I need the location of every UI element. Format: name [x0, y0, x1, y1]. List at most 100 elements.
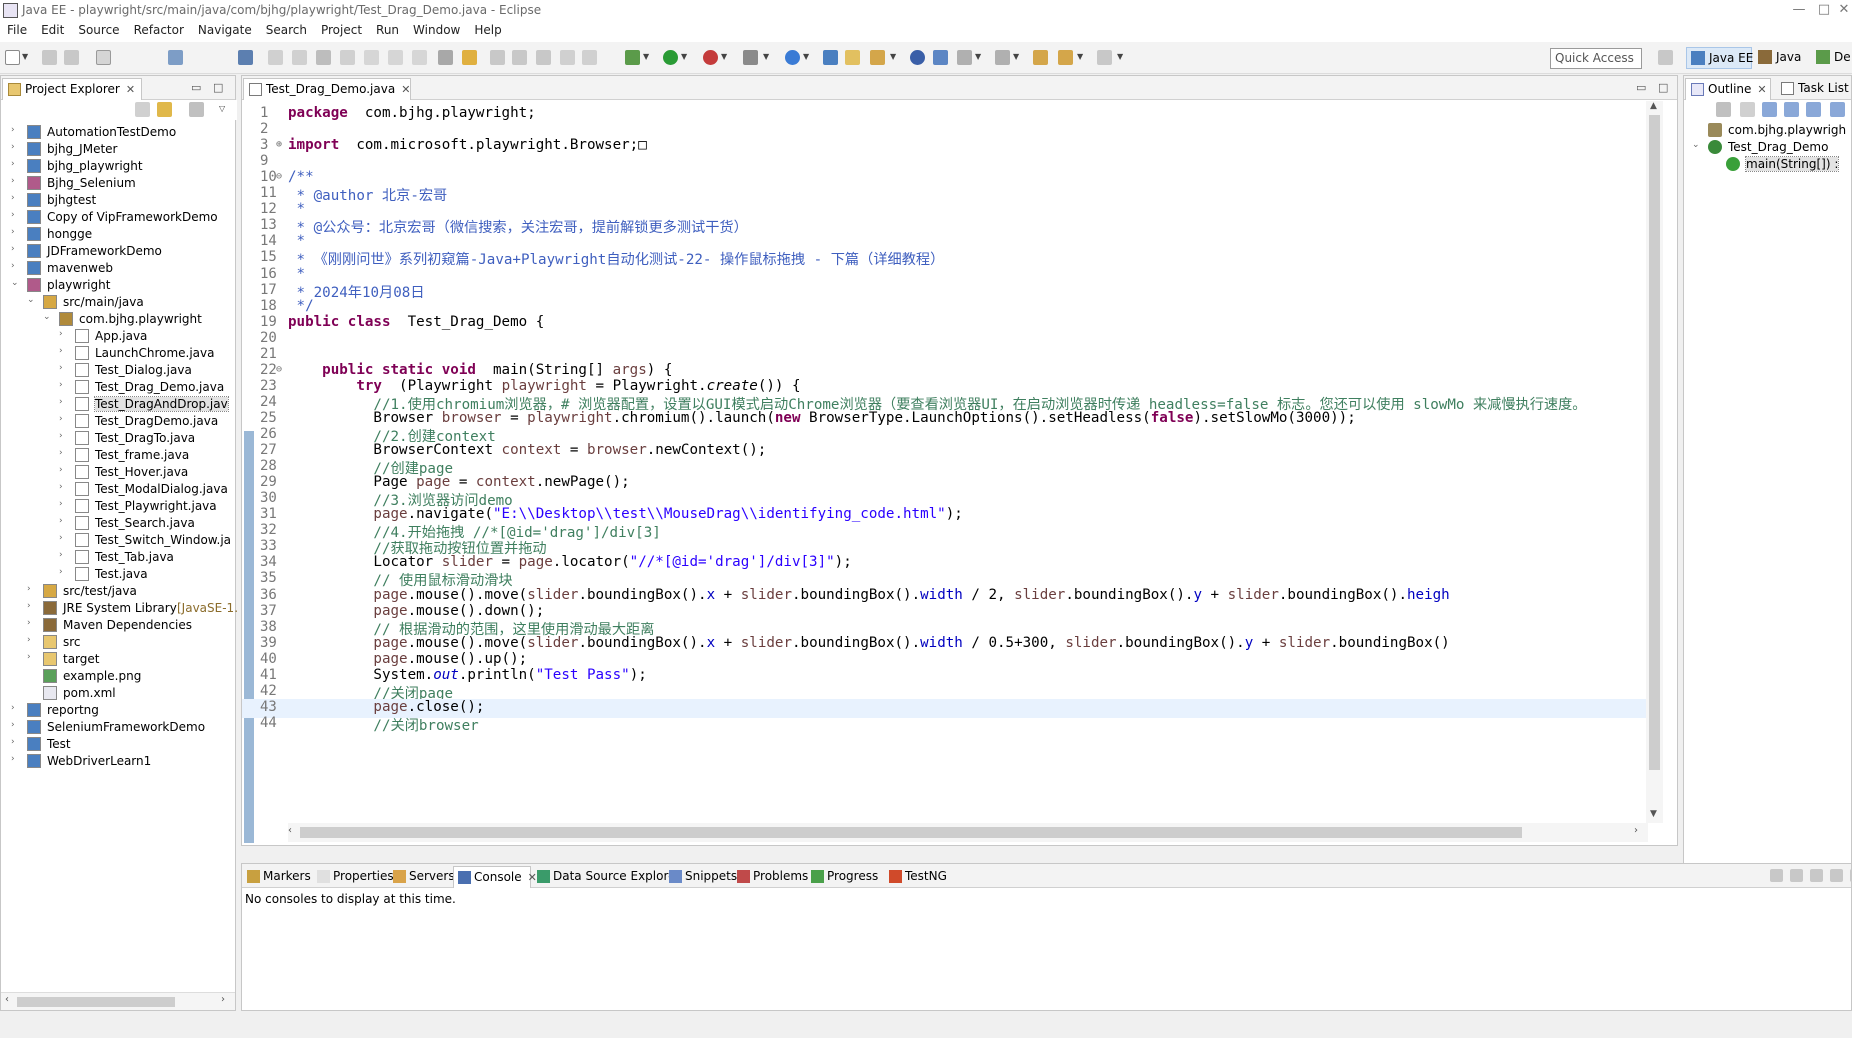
collapsed-arrow-icon[interactable]: › — [11, 176, 23, 186]
web-browser-icon[interactable] — [910, 50, 925, 65]
collapse-all-icon[interactable] — [135, 102, 150, 117]
tab-problems[interactable]: Problems — [733, 866, 808, 888]
perspective-java[interactable]: Java — [1754, 47, 1810, 69]
scroll-left-icon[interactable]: ‹ — [288, 825, 292, 836]
collapsed-arrow-icon[interactable]: › — [59, 329, 71, 339]
save-all-icon[interactable] — [64, 50, 79, 65]
external-tools-icon[interactable] — [703, 50, 718, 65]
resume-icon[interactable] — [268, 50, 283, 65]
forward-dropdown-icon[interactable]: ▼ — [1117, 52, 1123, 61]
collapsed-arrow-icon[interactable]: › — [27, 601, 39, 611]
menu-run[interactable]: Run — [369, 22, 406, 37]
minimize-view-icon[interactable] — [1830, 869, 1843, 882]
collapse-fold-icon[interactable]: ⊖ — [276, 171, 282, 182]
code-area[interactable]: 1 package com.bjhg.playwright; 2 3 ⊕ import c… — [242, 101, 1647, 823]
collapsed-arrow-icon[interactable]: › — [59, 380, 71, 390]
editor-hscroll[interactable]: ‹ › — [288, 823, 1648, 842]
new-icon[interactable] — [5, 50, 20, 65]
mark-occurrences-icon[interactable] — [512, 50, 527, 65]
focus-icon[interactable] — [1716, 102, 1731, 117]
maximize-view-icon[interactable]: □ — [213, 81, 223, 94]
link-with-editor-icon[interactable] — [157, 102, 172, 117]
word-wrap-icon[interactable] — [582, 50, 597, 65]
collapsed-arrow-icon[interactable]: › — [11, 244, 23, 254]
drop-to-frame-icon[interactable] — [438, 50, 453, 65]
open-console-icon[interactable] — [1790, 869, 1803, 882]
collapsed-arrow-icon[interactable]: › — [27, 652, 39, 662]
collapsed-arrow-icon[interactable]: › — [11, 227, 23, 237]
scroll-right-icon[interactable]: › — [1634, 825, 1638, 836]
expanded-arrow-icon[interactable]: ⌄ — [1692, 140, 1704, 150]
collapsed-arrow-icon[interactable]: › — [59, 414, 71, 424]
scroll-up-icon[interactable]: ▲ — [1650, 101, 1657, 111]
run-icon[interactable] — [663, 50, 678, 65]
scrollbar-thumb[interactable] — [300, 827, 1522, 838]
show-whitespace-icon[interactable] — [560, 50, 575, 65]
collapsed-arrow-icon[interactable]: › — [59, 550, 71, 560]
collapsed-arrow-icon[interactable]: › — [59, 431, 71, 441]
new-java-project-icon[interactable] — [785, 50, 800, 65]
collapsed-arrow-icon[interactable]: › — [11, 754, 23, 764]
expanded-arrow-icon[interactable]: ⌄ — [27, 295, 39, 305]
maximize-view-icon[interactable]: □ — [1658, 81, 1668, 94]
collapsed-arrow-icon[interactable]: › — [27, 584, 39, 594]
minimize-view-icon[interactable]: ▭ — [1636, 81, 1646, 94]
tab-servers[interactable]: Servers — [389, 866, 455, 888]
close-window-button[interactable]: ✕ — [1832, 2, 1852, 17]
collapsed-arrow-icon[interactable]: › — [59, 363, 71, 373]
tab-project-explorer[interactable]: Project Explorer ✕ — [2, 78, 142, 100]
tab-markers[interactable]: Markers — [243, 866, 311, 888]
project-explorer-hscroll[interactable]: ‹ › — [1, 992, 235, 1010]
collapsed-arrow-icon[interactable]: › — [11, 159, 23, 169]
collapse-all-icon[interactable] — [1740, 102, 1755, 117]
print-icon[interactable] — [96, 50, 111, 65]
tab-task-list[interactable]: Task List — [1776, 78, 1852, 100]
new-package-icon[interactable] — [823, 50, 838, 65]
previous-annotation-dropdown-icon[interactable]: ▼ — [1013, 52, 1019, 61]
close-icon[interactable]: ✕ — [126, 83, 135, 96]
tab-snippets[interactable]: Snippets — [665, 866, 737, 888]
back-dropdown-icon[interactable]: ▼ — [1077, 52, 1083, 61]
quick-access-input[interactable]: Quick Access — [1550, 48, 1642, 69]
save-icon[interactable] — [42, 50, 57, 65]
menu-source[interactable]: Source — [71, 22, 126, 37]
block-selection-icon[interactable] — [536, 50, 551, 65]
menu-window[interactable]: Window — [406, 22, 467, 37]
new-java-project-dropdown-icon[interactable]: ▼ — [803, 52, 809, 61]
collapsed-arrow-icon[interactable]: › — [59, 465, 71, 475]
menu-file[interactable]: File — [0, 22, 34, 37]
collapsed-arrow-icon[interactable]: › — [11, 737, 23, 747]
scrollbar-thumb[interactable] — [1649, 115, 1660, 770]
tab-progress[interactable]: Progress — [807, 866, 883, 888]
new-server-dropdown-icon[interactable]: ▼ — [763, 52, 769, 61]
code-line[interactable]: 44 //关闭browser — [242, 715, 1647, 734]
search-icon[interactable] — [933, 50, 948, 65]
tab-outline[interactable]: Outline ✕ — [1685, 78, 1771, 100]
expanded-arrow-icon[interactable]: ⌄ — [11, 278, 23, 288]
collapsed-arrow-icon[interactable]: › — [11, 720, 23, 730]
toggle-breakpoint-icon[interactable] — [490, 50, 505, 65]
hide-non-public-icon[interactable] — [1830, 102, 1845, 117]
menu-edit[interactable]: Edit — [34, 22, 71, 37]
tab-console[interactable]: Console ✕ — [453, 866, 537, 888]
skip-breakpoints-icon[interactable] — [238, 50, 253, 65]
run-dropdown-icon[interactable]: ▼ — [681, 52, 687, 61]
collapsed-arrow-icon[interactable]: › — [27, 635, 39, 645]
terminal-icon[interactable] — [168, 50, 183, 65]
menu-help[interactable]: Help — [467, 22, 508, 37]
tab-data-source-explorer[interactable]: Data Source Explorer — [533, 866, 680, 888]
use-step-filters-icon[interactable] — [462, 50, 477, 65]
scroll-right-icon[interactable]: › — [221, 994, 225, 1005]
menu-refactor[interactable]: Refactor — [127, 22, 191, 37]
hide-fields-icon[interactable] — [1784, 102, 1799, 117]
next-annotation-dropdown-icon[interactable]: ▼ — [975, 52, 981, 61]
collapsed-arrow-icon[interactable]: › — [11, 261, 23, 271]
tab-properties[interactable]: Properties — [313, 866, 394, 888]
expanded-arrow-icon[interactable]: ⌄ — [43, 312, 55, 322]
collapsed-arrow-icon[interactable]: › — [11, 193, 23, 203]
step-into-icon[interactable] — [364, 50, 379, 65]
step-over-icon[interactable] — [388, 50, 403, 65]
external-tools-dropdown-icon[interactable]: ▼ — [721, 52, 727, 61]
focus-on-active-task-icon[interactable] — [189, 102, 204, 117]
collapsed-arrow-icon[interactable]: › — [27, 618, 39, 628]
